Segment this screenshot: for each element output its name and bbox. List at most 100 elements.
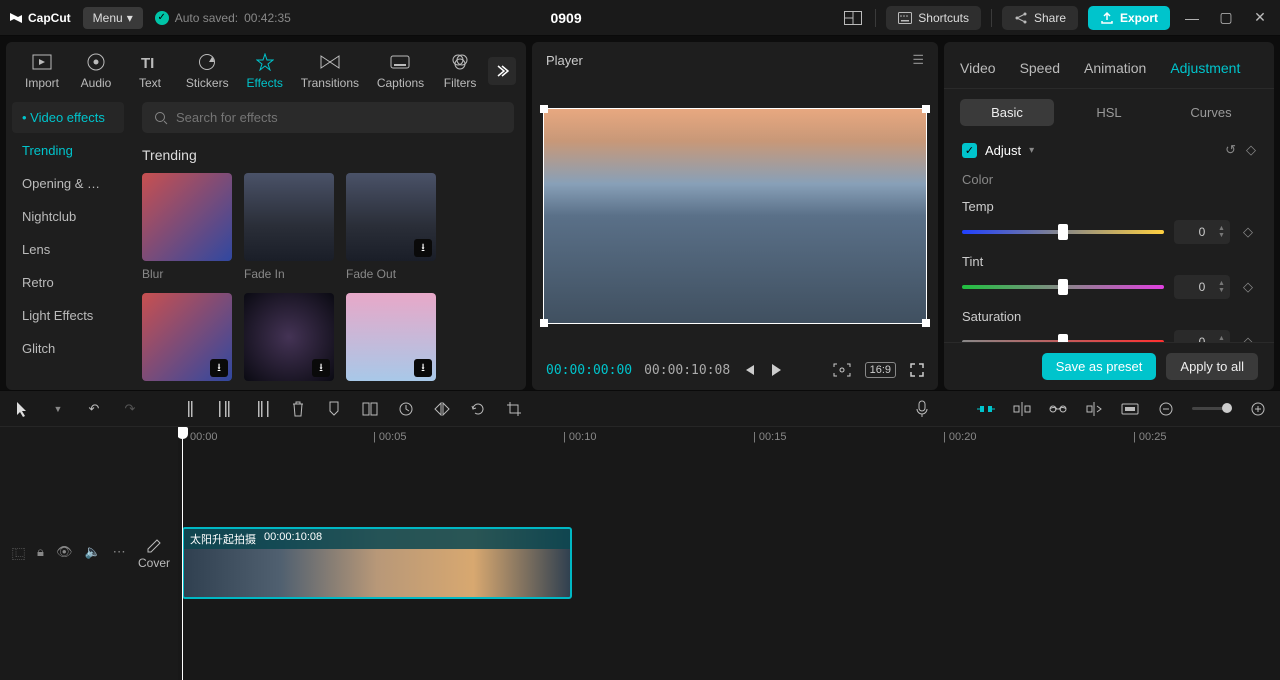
effect-item[interactable]: Blur xyxy=(142,173,232,281)
magnet-main-button[interactable] xyxy=(976,399,996,419)
tab-video[interactable]: Video xyxy=(960,50,996,88)
delete-tool[interactable] xyxy=(288,399,308,419)
zoom-out-button[interactable] xyxy=(1156,399,1176,419)
tint-slider[interactable] xyxy=(962,285,1164,289)
crop-tool[interactable] xyxy=(504,399,524,419)
share-button[interactable]: Share xyxy=(1002,6,1078,30)
temp-slider[interactable] xyxy=(962,230,1164,234)
freeze-tool[interactable] xyxy=(360,399,380,419)
tab-effects[interactable]: Effects xyxy=(239,48,291,94)
category-retro[interactable]: Retro xyxy=(12,267,124,298)
category-light-effects[interactable]: Light Effects xyxy=(12,300,124,331)
aspect-ratio[interactable]: 16:9 xyxy=(865,362,896,378)
category-opening[interactable]: Opening & … xyxy=(12,168,124,199)
tab-speed[interactable]: Speed xyxy=(1020,50,1060,88)
subtab-curves[interactable]: Curves xyxy=(1164,99,1258,126)
preview-axis-button[interactable] xyxy=(1084,399,1104,419)
effect-item[interactable]: ⭳Fade Out xyxy=(346,173,436,281)
preview-render-button[interactable] xyxy=(1120,399,1140,419)
subtab-hsl[interactable]: HSL xyxy=(1062,99,1156,126)
tab-import[interactable]: Import xyxy=(16,48,68,94)
redo-button[interactable]: ↷ xyxy=(120,399,140,419)
effect-item[interactable]: Fade In xyxy=(244,173,334,281)
timeline-ruler[interactable]: 00:00 | 00:05 | 00:10 | 00:15 | 00:20 | … xyxy=(178,427,1280,451)
project-title[interactable]: 0909 xyxy=(550,10,581,26)
category-trending[interactable]: Trending xyxy=(12,135,124,166)
link-button[interactable] xyxy=(1048,399,1068,419)
tabs-more-button[interactable] xyxy=(488,57,516,85)
pointer-tool[interactable] xyxy=(12,399,32,419)
close-button[interactable]: ✕ xyxy=(1248,6,1272,30)
zoom-slider[interactable] xyxy=(1192,407,1232,410)
tab-text[interactable]: TIText xyxy=(124,48,176,94)
split-tool[interactable] xyxy=(180,399,200,419)
download-icon[interactable]: ⭳ xyxy=(210,359,228,377)
apply-all-button[interactable]: Apply to all xyxy=(1166,353,1258,380)
split-left-tool[interactable] xyxy=(216,399,236,419)
keyframe-icon[interactable]: ◇ xyxy=(1240,224,1256,240)
keyframe-icon[interactable]: ◇ xyxy=(1240,334,1256,342)
marker-tool[interactable] xyxy=(324,399,344,419)
tab-audio[interactable]: Audio xyxy=(70,48,122,94)
maximize-button[interactable]: ▢ xyxy=(1214,6,1238,30)
saturation-value[interactable]: 0▲▼ xyxy=(1174,330,1230,342)
play-button[interactable] xyxy=(768,362,784,378)
more-icon[interactable]: ⋯ xyxy=(113,544,126,563)
effect-item[interactable]: ⭳ xyxy=(346,293,436,387)
prev-frame-button[interactable] xyxy=(742,363,756,377)
category-video-effects[interactable]: Video effects xyxy=(12,102,124,133)
effects-search-input[interactable] xyxy=(176,110,502,125)
split-right-tool[interactable] xyxy=(252,399,272,419)
save-preset-button[interactable]: Save as preset xyxy=(1042,353,1157,380)
track-collapse-icon[interactable]: ⿺ xyxy=(12,544,25,563)
download-icon[interactable]: ⭳ xyxy=(312,359,330,377)
undo-button[interactable]: ↶ xyxy=(84,399,104,419)
tab-transitions[interactable]: Transitions xyxy=(293,48,367,94)
tab-adjustment[interactable]: Adjustment xyxy=(1170,50,1240,88)
shortcuts-button[interactable]: Shortcuts xyxy=(886,6,981,30)
pointer-dropdown[interactable]: ▼ xyxy=(48,399,68,419)
subtab-basic[interactable]: Basic xyxy=(960,99,1054,126)
category-nightclub[interactable]: Nightclub xyxy=(12,201,124,232)
rotate-tool[interactable] xyxy=(468,399,488,419)
record-button[interactable] xyxy=(912,399,932,419)
effect-item[interactable]: ⭳ xyxy=(244,293,334,387)
temp-value[interactable]: 0▲▼ xyxy=(1174,220,1230,244)
download-icon[interactable]: ⭳ xyxy=(414,239,432,257)
zoom-in-button[interactable] xyxy=(1248,399,1268,419)
reverse-tool[interactable] xyxy=(396,399,416,419)
playhead[interactable] xyxy=(182,427,183,680)
tab-filters[interactable]: Filters xyxy=(434,48,486,94)
effect-item[interactable]: ⭳ xyxy=(142,293,232,387)
chevron-down-icon[interactable]: ▾ xyxy=(1029,145,1034,156)
player-menu-icon[interactable]: ☰ xyxy=(912,52,924,68)
timeline-tracks[interactable]: 00:00 | 00:05 | 00:10 | 00:15 | 00:20 | … xyxy=(178,427,1280,680)
video-clip[interactable]: 太阳升起拍摄 00:00:10:08 xyxy=(182,527,572,599)
minimize-button[interactable]: — xyxy=(1180,6,1204,30)
scale-button[interactable] xyxy=(833,363,851,377)
tab-stickers[interactable]: Stickers xyxy=(178,48,237,94)
keyframe-icon[interactable]: ◇ xyxy=(1246,142,1256,158)
export-button[interactable]: Export xyxy=(1088,6,1170,30)
magnet-timeline-button[interactable] xyxy=(1012,399,1032,419)
tab-animation[interactable]: Animation xyxy=(1084,50,1146,88)
saturation-slider[interactable] xyxy=(962,340,1164,342)
lock-icon[interactable]: 🔒︎ xyxy=(37,544,44,563)
video-preview[interactable] xyxy=(543,108,927,324)
effects-search[interactable] xyxy=(142,102,514,133)
fullscreen-button[interactable] xyxy=(910,363,924,377)
category-glitch[interactable]: Glitch xyxy=(12,333,124,364)
mute-icon[interactable]: 🔈 xyxy=(84,544,100,563)
layout-icon[interactable] xyxy=(841,6,865,30)
reset-icon[interactable]: ↺ xyxy=(1225,142,1236,158)
tab-captions[interactable]: Captions xyxy=(369,48,432,94)
mirror-tool[interactable] xyxy=(432,399,452,419)
download-icon[interactable]: ⭳ xyxy=(414,359,432,377)
keyframe-icon[interactable]: ◇ xyxy=(1240,279,1256,295)
adjust-checkbox[interactable]: ✓ xyxy=(962,143,977,158)
eye-icon[interactable]: 👁 xyxy=(56,544,73,563)
tint-value[interactable]: 0▲▼ xyxy=(1174,275,1230,299)
cover-button[interactable]: Cover xyxy=(138,538,170,570)
menu-button[interactable]: Menu ▾ xyxy=(83,7,143,29)
category-lens[interactable]: Lens xyxy=(12,234,124,265)
